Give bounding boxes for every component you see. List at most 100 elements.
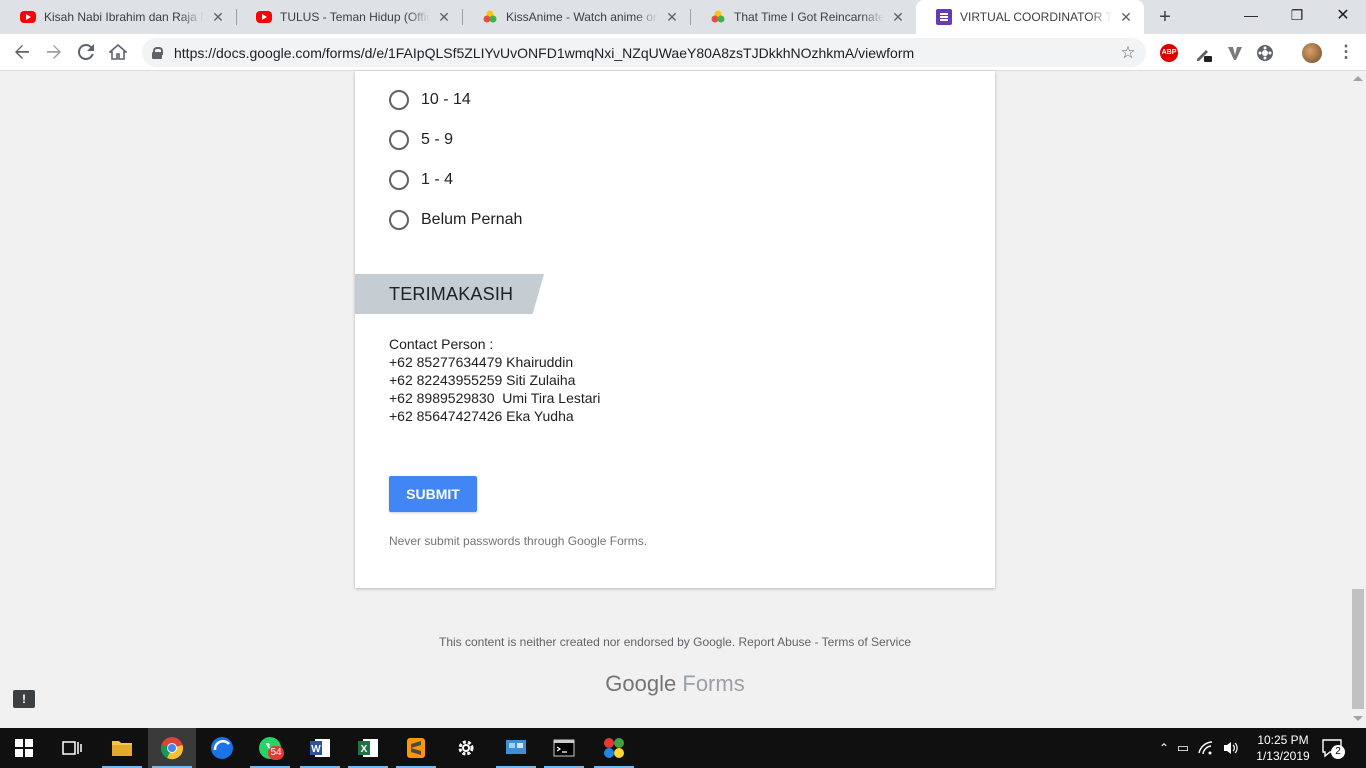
home-icon — [109, 44, 127, 60]
show-hidden-icons-chevron-icon[interactable]: ⌃ — [1156, 741, 1172, 755]
menu-kebab-icon[interactable]: ⋮ — [1334, 40, 1358, 64]
volume-icon[interactable] — [1222, 740, 1240, 756]
browser-taskbar-button[interactable] — [198, 728, 246, 768]
tab-virtual-coordinator[interactable]: VIRTUAL COORDINATOR TRAINING ✕ — [916, 0, 1144, 34]
forward-arrow-icon — [47, 45, 61, 59]
close-tab-icon[interactable]: ✕ — [890, 9, 906, 26]
radio-button[interactable] — [389, 210, 409, 230]
close-tab-icon[interactable]: ✕ — [210, 9, 226, 26]
new-tab-button[interactable]: + — [1155, 6, 1175, 29]
file-explorer-button[interactable] — [98, 728, 146, 768]
terminal-icon — [553, 739, 575, 757]
radio-option-1-4[interactable]: 1 - 4 — [389, 168, 453, 192]
url-text[interactable]: https://docs.google.com/forms/d/e/1FAIpQ… — [174, 45, 1116, 61]
radio-button[interactable] — [389, 130, 409, 150]
back-button[interactable] — [10, 40, 34, 64]
close-tab-icon[interactable]: ✕ — [664, 9, 680, 26]
taskbar-clock[interactable]: 10:25 PM 1/13/2019 — [1248, 732, 1318, 764]
whatsapp-taskbar-button[interactable]: 54 — [246, 728, 294, 768]
tab-title: Kisah Nabi Ibrahim dan Raja Namrud — [44, 10, 204, 24]
close-tab-icon[interactable]: ✕ — [1118, 9, 1134, 26]
scroll-down-arrow-icon[interactable] — [1353, 716, 1363, 721]
option-label: 1 - 4 — [421, 171, 454, 188]
home-button[interactable] — [106, 40, 130, 64]
clock-time: 10:25 PM — [1257, 733, 1309, 747]
app-taskbar-button[interactable] — [590, 728, 638, 768]
word-icon: W — [310, 739, 330, 757]
close-window-button[interactable]: ✕ — [1320, 0, 1366, 30]
youtube-icon — [256, 11, 272, 23]
reload-button[interactable] — [74, 40, 98, 64]
scroll-thumb[interactable] — [1352, 589, 1364, 709]
footer-disclaimer: This content is neither created nor endo… — [438, 635, 912, 649]
contact-person-text: Contact Person : +62 85277634479 Khairud… — [389, 336, 601, 424]
radio-button[interactable] — [389, 90, 409, 110]
extension-film-icon[interactable] — [1256, 44, 1274, 62]
page-viewport: 10 - 14 5 - 9 1 - 4 Belum Pernah TERIMAK… — [0, 71, 1350, 728]
logo-google-text: Google — [605, 671, 677, 696]
reload-icon — [78, 44, 94, 60]
wifi-icon[interactable] — [1198, 740, 1216, 756]
option-label: 10 - 14 — [421, 91, 471, 108]
terminal-taskbar-button[interactable] — [540, 728, 588, 768]
address-bar[interactable]: https://docs.google.com/forms/d/e/1FAIpQ… — [142, 38, 1146, 67]
whatsapp-unread-badge: 54 — [268, 746, 284, 760]
browser-toolbar: https://docs.google.com/forms/d/e/1FAIpQ… — [0, 34, 1366, 71]
chrome-icon — [161, 737, 183, 760]
close-tab-icon[interactable]: ✕ — [436, 9, 452, 26]
restore-button[interactable]: ❐ — [1274, 0, 1320, 30]
tab-slime[interactable]: That Time I Got Reincarnated as a Slime … — [690, 0, 916, 34]
forward-button[interactable] — [42, 40, 66, 64]
app-icon — [604, 738, 624, 758]
kissanime-icon — [483, 10, 497, 23]
bookmark-star-icon[interactable]: ☆ — [1116, 43, 1140, 63]
submit-button[interactable]: SUBMIT — [389, 476, 477, 512]
logo-forms-text: Forms — [682, 671, 745, 696]
control-panel-taskbar-button[interactable] — [492, 728, 540, 768]
excel-icon: X — [358, 739, 378, 757]
task-view-button[interactable] — [48, 728, 96, 768]
settings-icon — [458, 740, 474, 756]
tab-kisah-nabi[interactable]: Kisah Nabi Ibrahim dan Raja Namrud ✕ — [0, 0, 236, 34]
minimize-button[interactable]: — — [1228, 0, 1274, 30]
profile-avatar-icon[interactable] — [1302, 43, 1322, 63]
tab-title: VIRTUAL COORDINATOR TRAINING — [960, 10, 1112, 24]
sublime-taskbar-button[interactable] — [392, 728, 440, 768]
sublime-icon — [407, 738, 425, 758]
radio-option-10-14[interactable]: 10 - 14 — [389, 88, 471, 112]
system-tray: ⌃ ▭ — [1156, 728, 1240, 768]
tab-tulus[interactable]: TULUS - Teman Hidup (Official Music Vide… — [236, 0, 462, 34]
battery-icon[interactable]: ▭ — [1172, 740, 1194, 756]
section-title: TERIMAKASIH — [389, 283, 514, 304]
word-taskbar-button[interactable]: W — [296, 728, 344, 768]
option-label: Belum Pernah — [421, 211, 523, 228]
extension-v-icon[interactable] — [1226, 44, 1244, 62]
tab-strip: Kisah Nabi Ibrahim dan Raja Namrud ✕ TUL… — [0, 0, 1366, 34]
radio-option-belum-pernah[interactable]: Belum Pernah — [389, 208, 522, 232]
radio-option-5-9[interactable]: 5 - 9 — [389, 128, 453, 152]
kissanime-icon — [711, 10, 725, 23]
adblock-plus-icon[interactable]: ABP — [1160, 44, 1178, 62]
settings-taskbar-button[interactable] — [442, 728, 490, 768]
option-label: 5 - 9 — [421, 131, 454, 148]
section-header: TERIMAKASIH — [355, 274, 544, 314]
youtube-icon — [20, 11, 36, 23]
task-view-icon — [62, 741, 82, 755]
action-center-button[interactable]: 2 — [1322, 738, 1346, 760]
radio-button[interactable] — [389, 170, 409, 190]
report-feedback-icon[interactable]: ! — [13, 690, 35, 708]
google-forms-logo[interactable]: Google Forms — [0, 671, 1350, 697]
back-arrow-icon — [15, 45, 29, 59]
tab-title: TULUS - Teman Hidup (Official Music Vide… — [280, 10, 430, 24]
google-forms-icon — [936, 9, 952, 25]
tab-kissanime[interactable]: KissAnime - Watch anime online ✕ — [462, 0, 690, 34]
chrome-taskbar-button[interactable] — [148, 728, 196, 768]
file-explorer-icon — [112, 741, 132, 756]
password-warning: Never submit passwords through Google Fo… — [389, 534, 648, 548]
start-button[interactable] — [0, 728, 48, 768]
scroll-up-arrow-icon[interactable] — [1353, 76, 1363, 81]
tab-title: KissAnime - Watch anime online — [506, 10, 658, 24]
excel-taskbar-button[interactable]: X — [344, 728, 392, 768]
vertical-scrollbar[interactable] — [1350, 71, 1366, 728]
extension-eyedropper-icon[interactable] — [1194, 44, 1212, 62]
